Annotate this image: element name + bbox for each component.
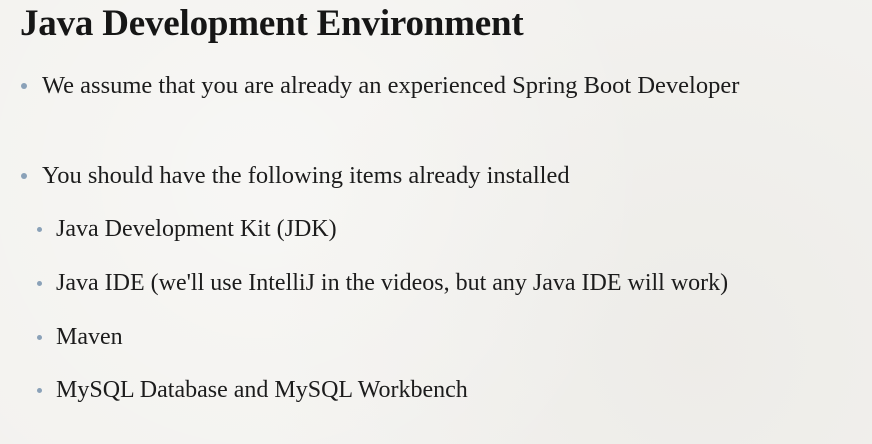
bullet-dot-icon	[37, 281, 42, 286]
slide: Java Development Environment We assume t…	[0, 0, 872, 444]
bullet-dot-icon	[21, 83, 27, 89]
sub-bullet-item: MySQL Database and MySQL Workbench	[37, 377, 468, 404]
sub-bullet-text: Java IDE (we'll use IntelliJ in the vide…	[56, 270, 729, 296]
sub-bullet-item: Maven	[37, 324, 123, 351]
bullet-dot-icon	[21, 173, 27, 179]
sub-bullet-text: Maven	[56, 324, 123, 350]
bullet-dot-icon	[37, 227, 42, 232]
sub-bullet-text: Java Development Kit (JDK)	[56, 216, 337, 242]
bullet-text: We assume that you are already an experi…	[42, 72, 740, 99]
sub-bullet-item: Java IDE (we'll use IntelliJ in the vide…	[37, 270, 728, 297]
bullet-dot-icon	[37, 388, 42, 393]
sub-bullet-text: MySQL Database and MySQL Workbench	[56, 377, 468, 403]
bullet-item: We assume that you are already an experi…	[21, 72, 739, 100]
sub-bullet-item: Java Development Kit (JDK)	[37, 216, 337, 243]
bullet-dot-icon	[37, 335, 42, 340]
slide-title: Java Development Environment	[20, 3, 524, 44]
bullet-item: You should have the following items alre…	[21, 162, 570, 190]
bullet-text: You should have the following items alre…	[42, 162, 570, 189]
